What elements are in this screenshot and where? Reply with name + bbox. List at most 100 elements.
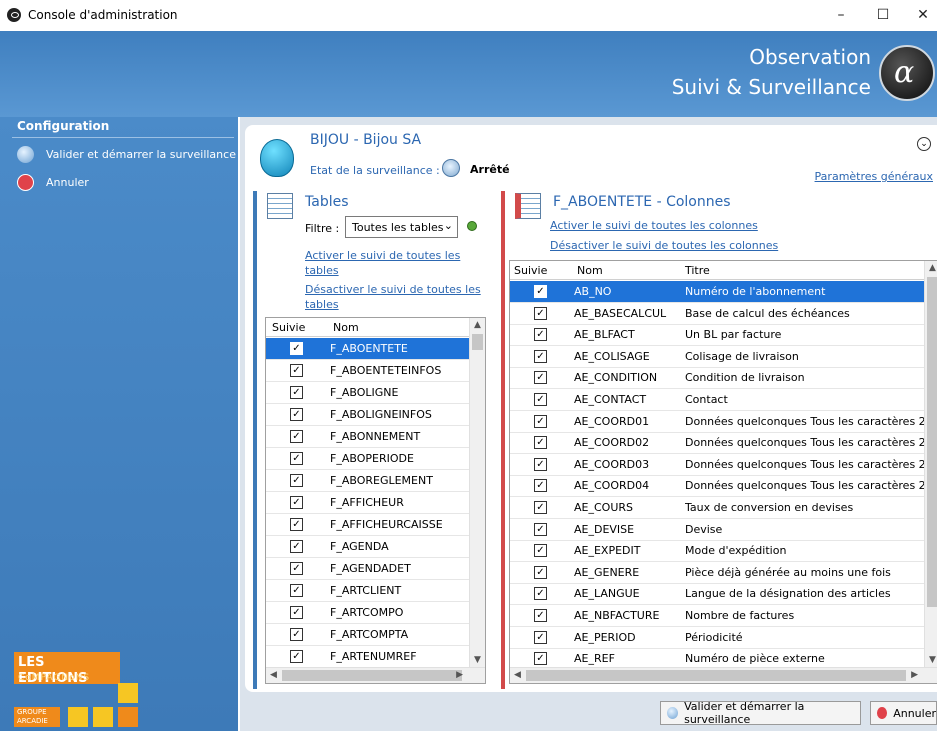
tracked-checkbox[interactable]: ✓	[534, 501, 547, 514]
scroll-thumb[interactable]	[282, 670, 462, 681]
tracked-checkbox[interactable]: ✓	[290, 650, 303, 663]
tracked-checkbox[interactable]: ✓	[534, 328, 547, 342]
scroll-up-icon[interactable]: ▲	[474, 320, 481, 330]
column-row[interactable]: ✓ AE_CONDITION Condition de livraison	[510, 367, 925, 390]
tracked-checkbox[interactable]: ✓	[534, 371, 547, 385]
table-row[interactable]: ✓ F_ABOENTETEINFOS	[266, 360, 470, 382]
column-row[interactable]: ✓ AE_EXPEDIT Mode d'expédition	[510, 540, 925, 563]
deactivate-all-columns-link[interactable]: Désactiver le suivi de toutes les colonn…	[550, 238, 778, 253]
tracked-checkbox[interactable]: ✓	[290, 430, 303, 443]
table-row[interactable]: ✓ F_AFFICHEURCAISSE	[266, 514, 470, 536]
tracked-checkbox[interactable]: ✓	[290, 496, 303, 509]
table-icon	[267, 193, 293, 219]
tracked-checkbox[interactable]: ✓	[290, 562, 303, 575]
column-row[interactable]: ✓ AE_BASECALCUL Base de calcul des échéanc…	[510, 303, 925, 325]
table-row[interactable]: ✓ F_AGENDA	[266, 536, 470, 558]
column-row[interactable]: ✓ AE_BLFACT Un BL par facture	[510, 324, 925, 347]
table-row[interactable]: ✓ F_ARTENUMREF	[266, 646, 470, 668]
chevron-down-icon[interactable]: ⌄	[917, 137, 931, 151]
tracked-checkbox[interactable]: ✓	[534, 479, 547, 493]
refresh-icon[interactable]	[467, 221, 477, 231]
maximize-button[interactable]: ☐	[868, 4, 898, 26]
scroll-right-icon[interactable]: ▶	[456, 670, 463, 680]
table-row[interactable]: ✓ F_AFFICHEUR	[266, 492, 470, 514]
column-row[interactable]: ✓ AE_COLISAGE Colisage de livraison	[510, 346, 925, 368]
tracked-checkbox[interactable]: ✓	[534, 565, 547, 579]
tracked-checkbox[interactable]: ✓	[534, 393, 547, 406]
table-row[interactable]: ✓ F_ABOLIGNE	[266, 382, 470, 404]
scroll-down-icon[interactable]: ▼	[929, 655, 936, 665]
tracked-checkbox[interactable]: ✓	[534, 652, 547, 666]
column-row[interactable]: ✓ AE_COORD02 Données quelconques Tous les …	[510, 432, 925, 455]
table-row[interactable]: ✓ F_ABOENTETE	[266, 338, 470, 360]
validate-start-button[interactable]: Valider et démarrer la surveillance	[660, 700, 861, 726]
tracked-checkbox[interactable]: ✓	[534, 457, 547, 471]
tracked-checkbox[interactable]: ✓	[534, 587, 547, 601]
column-title: Données quelconques Tous les caractères …	[685, 479, 925, 493]
column-title: Numéro de l'abonnement	[685, 285, 826, 298]
sidebar-item-cancel[interactable]: Annuler	[17, 174, 89, 191]
tracked-checkbox[interactable]: ✓	[290, 518, 303, 531]
vertical-scrollbar[interactable]: ▲ ▼	[924, 261, 937, 667]
table-row[interactable]: ✓ F_ABOREGLEMENT	[266, 470, 470, 492]
tracked-checkbox[interactable]: ✓	[534, 414, 547, 428]
horizontal-scrollbar[interactable]: ◀ ▶	[266, 667, 485, 683]
table-row[interactable]: ✓ F_ARTCLIENT	[266, 580, 470, 602]
filter-select[interactable]: Toutes les tables ⌄	[345, 216, 458, 238]
general-settings-link[interactable]: Paramètres généraux	[815, 170, 933, 183]
column-row[interactable]: ✓ AB_NO Numéro de l'abonnement	[510, 281, 925, 303]
table-row[interactable]: ✓ F_ARTCOMPTA	[266, 624, 470, 646]
table-row[interactable]: ✓ F_AGENDADET	[266, 558, 470, 580]
column-row[interactable]: ✓ AE_LANGUE Langue de la désignation des a…	[510, 583, 925, 606]
tracked-checkbox[interactable]: ✓	[290, 540, 303, 553]
tracked-checkbox[interactable]: ✓	[534, 436, 547, 450]
scroll-left-icon[interactable]: ◀	[514, 670, 521, 680]
tracked-checkbox[interactable]: ✓	[290, 452, 303, 465]
table-row[interactable]: ✓ F_ABOPERIODE	[266, 448, 470, 470]
tracked-checkbox[interactable]: ✓	[290, 474, 303, 487]
deactivate-all-tables-link[interactable]: Désactiver le suivi de toutes les tables	[305, 282, 481, 312]
column-row[interactable]: ✓ AE_COORD01 Données quelconques Tous les …	[510, 411, 925, 433]
table-row[interactable]: ✓ F_ABOLIGNEINFOS	[266, 404, 470, 426]
tracked-checkbox[interactable]: ✓	[290, 606, 303, 619]
tracked-checkbox[interactable]: ✓	[290, 408, 303, 421]
horizontal-scrollbar[interactable]: ◀ ▶	[510, 667, 937, 683]
scroll-down-icon[interactable]: ▼	[474, 655, 481, 665]
tracked-checkbox[interactable]: ✓	[290, 364, 303, 377]
tracked-checkbox[interactable]: ✓	[290, 342, 303, 355]
scroll-right-icon[interactable]: ▶	[911, 670, 918, 680]
activate-all-tables-link[interactable]: Activer le suivi de toutes les tables	[305, 248, 460, 278]
tracked-checkbox[interactable]: ✓	[534, 609, 547, 622]
cancel-button[interactable]: Annuler	[870, 701, 937, 725]
tracked-checkbox[interactable]: ✓	[534, 630, 547, 644]
column-row[interactable]: ✓ AE_PERIOD Périodicité	[510, 627, 925, 649]
minimize-button[interactable]: –	[826, 4, 856, 26]
tables-title: Tables	[305, 194, 349, 210]
scroll-thumb[interactable]	[472, 334, 483, 350]
tracked-checkbox[interactable]: ✓	[534, 306, 547, 320]
tracked-checkbox[interactable]: ✓	[534, 522, 547, 536]
column-row[interactable]: ✓ AE_CONTACT Contact	[510, 389, 925, 411]
vertical-scrollbar[interactable]: ▲ ▼	[469, 318, 485, 667]
scroll-up-icon[interactable]: ▲	[929, 263, 936, 273]
activate-all-columns-link[interactable]: Activer le suivi de toutes les colonnes	[550, 218, 758, 233]
column-row[interactable]: ✓ AE_DEVISE Devise	[510, 519, 925, 541]
column-row[interactable]: ✓ AE_COORD03 Données quelconques Tous les …	[510, 454, 925, 476]
tracked-checkbox[interactable]: ✓	[290, 584, 303, 597]
sidebar-item-validate[interactable]: Valider et démarrer la surveillance	[17, 146, 236, 163]
close-button[interactable]: ✕	[908, 4, 937, 26]
scroll-left-icon[interactable]: ◀	[270, 670, 277, 680]
column-row[interactable]: ✓ AE_NBFACTURE Nombre de factures	[510, 605, 925, 627]
column-row[interactable]: ✓ AE_COURS Taux de conversion en devises	[510, 497, 925, 519]
tracked-checkbox[interactable]: ✓	[534, 349, 547, 363]
scroll-thumb[interactable]	[526, 670, 906, 681]
tracked-checkbox[interactable]: ✓	[534, 285, 547, 298]
scroll-thumb[interactable]	[927, 277, 937, 607]
tracked-checkbox[interactable]: ✓	[290, 628, 303, 641]
column-row[interactable]: ✓ AE_GENERE Pièce déjà générée au moins un…	[510, 562, 925, 584]
tracked-checkbox[interactable]: ✓	[534, 544, 547, 558]
table-row[interactable]: ✓ F_ABONNEMENT	[266, 426, 470, 448]
tracked-checkbox[interactable]: ✓	[290, 386, 303, 399]
table-row[interactable]: ✓ F_ARTCOMPO	[266, 602, 470, 624]
column-row[interactable]: ✓ AE_COORD04 Données quelconques Tous les …	[510, 475, 925, 498]
